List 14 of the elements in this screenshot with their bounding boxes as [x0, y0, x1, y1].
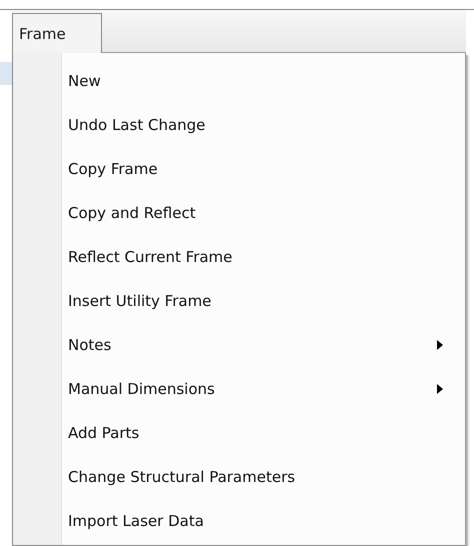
menu-item[interactable]: Copy and Reflect [62, 191, 465, 235]
menu-item[interactable]: Notes [62, 323, 465, 367]
menu-item[interactable]: Undo Last Change [62, 103, 465, 147]
menu-item[interactable]: Reflect Current Frame [62, 235, 465, 279]
menu-item[interactable]: New [62, 59, 465, 103]
submenu-arrow-icon [437, 340, 443, 350]
submenu-arrow-icon [437, 384, 443, 394]
menu-item[interactable]: Add Parts [62, 411, 465, 455]
menu-item[interactable]: Change Structural Parameters [62, 455, 465, 499]
menu-title[interactable]: Frame [12, 13, 102, 53]
menu-item[interactable]: Manual Dimensions [62, 367, 465, 411]
menu-item[interactable]: Import Laser Data [62, 499, 465, 543]
menu-item[interactable]: Insert Utility Frame [62, 279, 465, 323]
menu-item[interactable]: Copy Frame [62, 147, 465, 191]
